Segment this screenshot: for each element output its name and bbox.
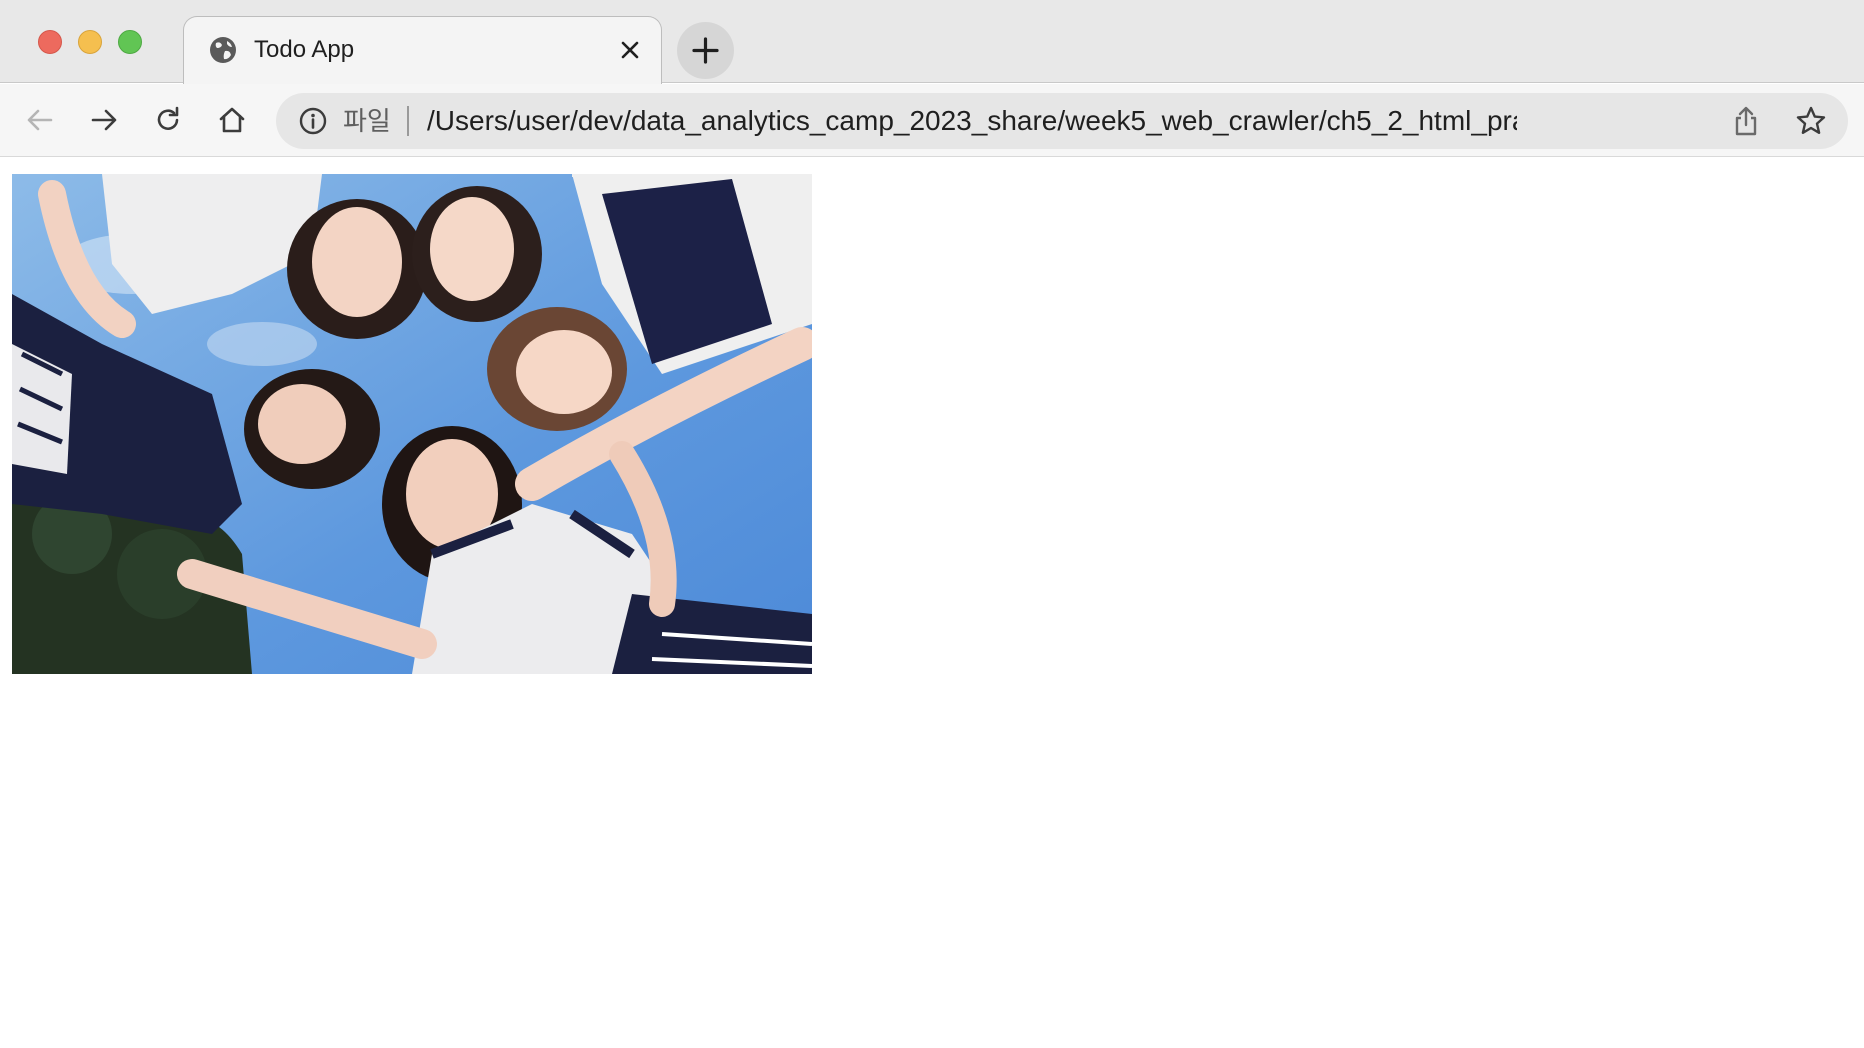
browser-toolbar: 파일 /Users/user/dev/data_analytics_camp_2… bbox=[0, 84, 1864, 157]
tab-title: Todo App bbox=[254, 36, 355, 63]
reload-icon bbox=[157, 106, 179, 130]
url-text[interactable]: /Users/user/dev/data_analytics_camp_2023… bbox=[427, 106, 1517, 136]
star-icon[interactable] bbox=[1794, 104, 1828, 138]
home-icon bbox=[219, 107, 245, 133]
reload-button[interactable] bbox=[148, 100, 188, 140]
forward-button[interactable] bbox=[84, 100, 124, 140]
globe-icon bbox=[208, 35, 238, 65]
browser-tab[interactable]: Todo App bbox=[183, 16, 662, 84]
share-icon[interactable] bbox=[1730, 105, 1762, 137]
window-close-button[interactable] bbox=[38, 30, 62, 54]
address-separator bbox=[407, 106, 409, 136]
address-bar[interactable]: 파일 /Users/user/dev/data_analytics_camp_2… bbox=[276, 93, 1848, 149]
plus-icon bbox=[692, 37, 719, 64]
group-photo bbox=[12, 174, 812, 674]
close-icon[interactable] bbox=[617, 37, 643, 63]
arrow-right-icon bbox=[91, 109, 117, 131]
new-tab-button[interactable] bbox=[677, 22, 734, 79]
home-button[interactable] bbox=[212, 100, 252, 140]
window-maximize-button[interactable] bbox=[118, 30, 142, 54]
info-icon[interactable] bbox=[298, 106, 328, 136]
scheme-label: 파일 bbox=[343, 106, 391, 136]
window-minimize-button[interactable] bbox=[78, 30, 102, 54]
back-button[interactable] bbox=[20, 100, 60, 140]
page-content bbox=[0, 158, 1864, 1048]
arrow-left-icon bbox=[27, 109, 53, 131]
tab-strip: Todo App bbox=[0, 0, 1864, 84]
